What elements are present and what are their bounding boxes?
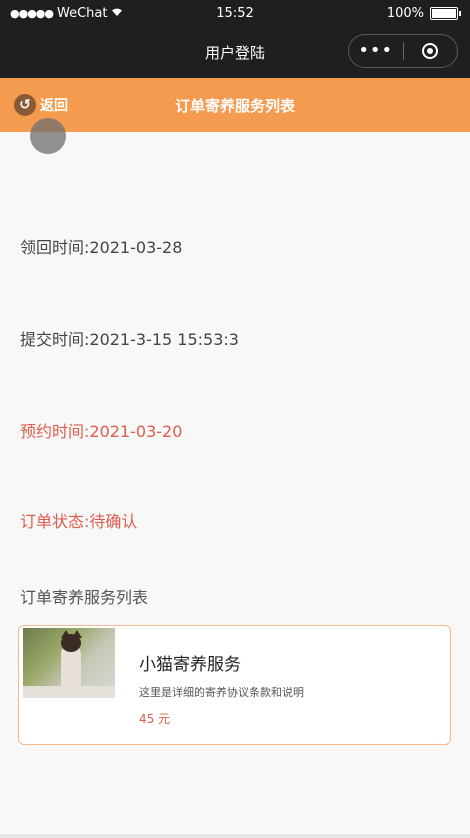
mini-program-capsule: ••• [348,34,458,68]
touch-indicator [30,118,66,154]
order-status: 订单状态:待确认 [20,512,138,531]
battery-icon [430,7,461,20]
more-button[interactable]: ••• [349,34,403,68]
section-label: 订单寄养服务列表 [20,588,149,607]
appointment-time: 预约时间:2021-03-20 [20,422,183,441]
cat-head [61,634,81,652]
service-thumbnail [23,628,115,698]
target-icon [422,43,439,59]
status-bar: ●●●●● WeChat 15:52 100% [0,0,470,26]
service-description: 这里是详细的寄养协议条款和说明 [139,686,304,699]
status-right: 100% [386,6,461,21]
submit-time: 提交时间:2021-3-15 15:53:3 [20,330,239,349]
phone-screen: ●●●●● WeChat 15:52 100% 用户登陆 ••• ↺ 返回 订单… [0,0,470,838]
page-header: ↺ 返回 订单寄养服务列表 [0,78,470,132]
battery-percent: 100% [386,6,424,21]
service-price: 45 元 [139,712,171,726]
pickup-time: 领回时间:2021-03-28 [20,238,183,257]
wechat-nav-bar: 用户登陆 ••• [0,26,470,78]
service-card[interactable]: 小猫寄养服务 这里是详细的寄养协议条款和说明 45 元 [18,625,451,745]
close-mini-program-button[interactable] [403,43,457,59]
page-title: 订单寄养服务列表 [174,97,295,115]
bottom-divider [0,834,470,838]
service-name: 小猫寄养服务 [139,655,241,675]
